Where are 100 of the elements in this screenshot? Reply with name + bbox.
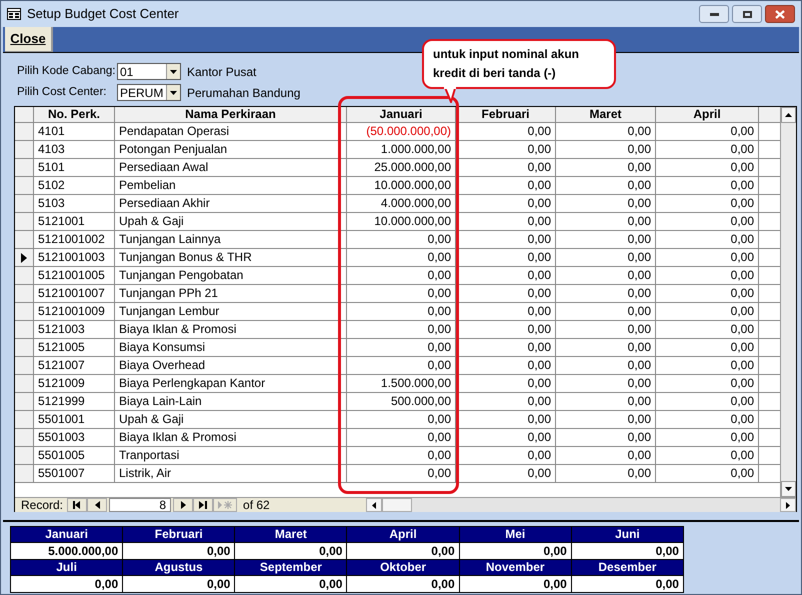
table-cell[interactable]: 0,00 [656, 123, 759, 141]
table-cell[interactable]: 0,00 [656, 429, 759, 447]
table-cell[interactable]: 0,00 [347, 429, 456, 447]
scroll-thumb[interactable] [382, 498, 412, 512]
table-cell[interactable]: 0,00 [456, 357, 556, 375]
table-cell[interactable]: 0,00 [656, 339, 759, 357]
horizontal-scrollbar[interactable] [366, 498, 796, 512]
maximize-button[interactable] [732, 5, 762, 23]
column-header[interactable]: Februari [456, 107, 556, 123]
table-cell[interactable]: 0,00 [556, 195, 656, 213]
table-cell[interactable]: 500.000,00 [347, 393, 456, 411]
table-cell[interactable]: 25.000.000,00 [347, 159, 456, 177]
table-cell[interactable]: 0,00 [456, 123, 556, 141]
table-cell[interactable]: 0,00 [656, 321, 759, 339]
table-cell[interactable]: 0,00 [556, 213, 656, 231]
minimize-button[interactable] [699, 5, 729, 23]
column-header[interactable]: Maret [556, 107, 656, 123]
table-cell[interactable]: 0,00 [456, 177, 556, 195]
table-cell[interactable]: 10.000.000,00 [347, 177, 456, 195]
table-cell[interactable]: 0,00 [656, 375, 759, 393]
table-cell[interactable]: 0,00 [347, 285, 456, 303]
table-cell[interactable]: (50.000.000,00) [347, 123, 456, 141]
table-cell[interactable]: 0,00 [556, 159, 656, 177]
table-cell[interactable]: 0,00 [456, 303, 556, 321]
table-cell[interactable]: 0,00 [556, 285, 656, 303]
table-cell[interactable]: 0,00 [456, 375, 556, 393]
table-cell[interactable]: 0,00 [347, 357, 456, 375]
table-cell[interactable]: 0,00 [456, 447, 556, 465]
table-cell[interactable]: 0,00 [556, 393, 656, 411]
column-header[interactable]: Nama Perkiraan [115, 107, 347, 123]
table-cell[interactable]: 0,00 [556, 141, 656, 159]
first-record-button[interactable] [67, 498, 88, 512]
table-cell[interactable]: 0,00 [456, 321, 556, 339]
table-cell[interactable]: 0,00 [347, 447, 456, 465]
table-cell[interactable]: 0,00 [456, 393, 556, 411]
table-cell[interactable]: 0,00 [456, 411, 556, 429]
table-cell[interactable]: 0,00 [656, 159, 759, 177]
dropdown-field[interactable]: 01 [117, 63, 181, 80]
table-cell[interactable]: 0,00 [556, 429, 656, 447]
table-cell[interactable]: 0,00 [556, 303, 656, 321]
vertical-scrollbar[interactable] [780, 107, 796, 497]
table-cell[interactable]: 0,00 [656, 267, 759, 285]
table-cell[interactable]: 0,00 [556, 447, 656, 465]
dropdown-field[interactable]: PERUM [117, 84, 181, 101]
table-cell[interactable]: 0,00 [656, 195, 759, 213]
table-cell[interactable]: 0,00 [656, 303, 759, 321]
table-cell[interactable]: 0,00 [347, 267, 456, 285]
table-cell[interactable]: 0,00 [556, 411, 656, 429]
table-cell[interactable]: 0,00 [656, 447, 759, 465]
table-cell[interactable]: 0,00 [656, 249, 759, 267]
column-header[interactable]: April [656, 107, 759, 123]
table-cell[interactable]: 1.000.000,00 [347, 141, 456, 159]
table-cell[interactable]: 0,00 [347, 339, 456, 357]
table-cell[interactable]: 0,00 [456, 231, 556, 249]
table-cell[interactable]: 0,00 [347, 231, 456, 249]
column-header[interactable]: No. Perk. [34, 107, 115, 123]
table-cell[interactable]: 0,00 [556, 123, 656, 141]
last-record-button[interactable] [193, 498, 214, 512]
table-cell[interactable]: 0,00 [456, 267, 556, 285]
table-cell[interactable]: 0,00 [456, 213, 556, 231]
table-cell[interactable]: 0,00 [347, 249, 456, 267]
table-cell[interactable]: 0,00 [656, 411, 759, 429]
table-cell[interactable]: 0,00 [556, 177, 656, 195]
record-number-field[interactable]: 8 [109, 498, 172, 512]
table-cell[interactable]: 0,00 [656, 141, 759, 159]
table-cell[interactable]: 0,00 [556, 357, 656, 375]
column-header[interactable]: Januari [347, 107, 456, 123]
close-button[interactable]: Close [5, 27, 53, 52]
close-window-button[interactable] [765, 5, 795, 23]
table-cell[interactable]: 0,00 [656, 393, 759, 411]
table-cell[interactable]: 1.500.000,00 [347, 375, 456, 393]
table-cell[interactable]: 0,00 [347, 303, 456, 321]
table-cell[interactable]: 0,00 [556, 321, 656, 339]
table-cell[interactable]: 0,00 [556, 231, 656, 249]
table-cell[interactable]: 0,00 [556, 267, 656, 285]
table-cell[interactable]: 0,00 [656, 213, 759, 231]
table-cell[interactable]: 0,00 [656, 231, 759, 249]
previous-record-button[interactable] [87, 498, 108, 512]
table-cell[interactable]: 0,00 [456, 465, 556, 483]
table-cell[interactable]: 0,00 [656, 285, 759, 303]
table-cell[interactable]: 0,00 [456, 141, 556, 159]
table-cell[interactable]: 0,00 [656, 357, 759, 375]
table-cell[interactable]: 4.000.000,00 [347, 195, 456, 213]
table-cell[interactable]: 0,00 [456, 159, 556, 177]
table-cell[interactable]: 0,00 [456, 195, 556, 213]
table-cell[interactable]: 0,00 [556, 339, 656, 357]
table-cell[interactable]: 0,00 [556, 375, 656, 393]
table-cell[interactable]: 10.000.000,00 [347, 213, 456, 231]
table-cell[interactable]: 0,00 [347, 411, 456, 429]
next-record-button[interactable] [173, 498, 194, 512]
table-cell[interactable]: 0,00 [456, 339, 556, 357]
table-cell[interactable]: 0,00 [456, 429, 556, 447]
table-cell[interactable]: 0,00 [456, 249, 556, 267]
table-cell[interactable]: 0,00 [556, 249, 656, 267]
table-cell[interactable]: 0,00 [656, 177, 759, 195]
table-cell[interactable]: 0,00 [456, 285, 556, 303]
row-selector[interactable] [15, 249, 34, 267]
table-cell[interactable]: 0,00 [656, 465, 759, 483]
table-cell[interactable]: 0,00 [556, 465, 656, 483]
table-cell[interactable]: 0,00 [347, 321, 456, 339]
